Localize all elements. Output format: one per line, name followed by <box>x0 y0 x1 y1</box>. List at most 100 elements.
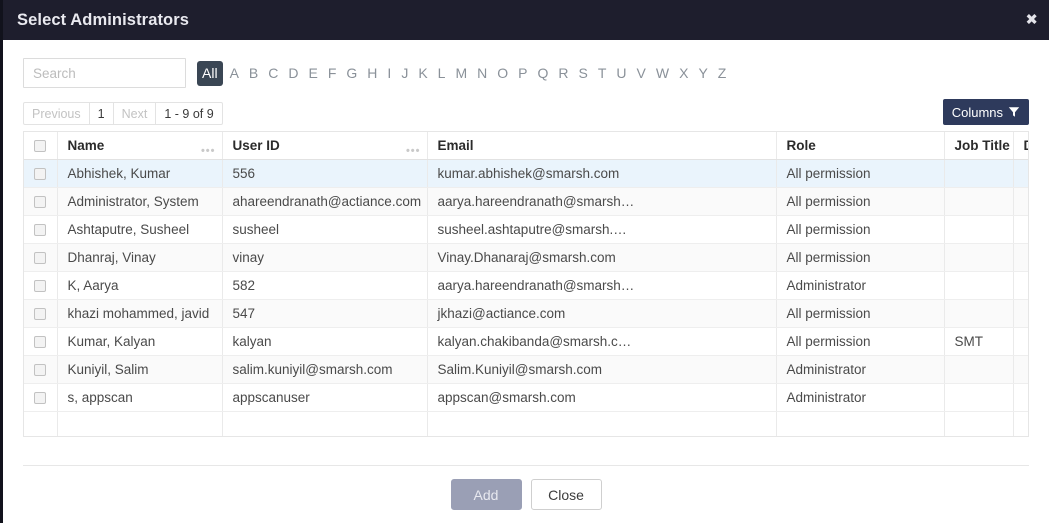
column-header-department-label: D <box>1024 138 1029 153</box>
row-select-cell[interactable] <box>24 383 58 412</box>
column-resize-grip-name[interactable]: ••• <box>201 145 216 156</box>
alpha-filter-z[interactable]: Z <box>713 63 732 83</box>
page-number-1[interactable]: 1 <box>90 103 114 124</box>
alpha-filter-j[interactable]: J <box>396 63 413 83</box>
table-row[interactable]: Ashtaputre, Susheel susheel susheel.ashtap… <box>24 215 1028 244</box>
columns-button[interactable]: Columns <box>942 99 1029 125</box>
table-row[interactable]: s, appscan appscanuser appscan@smarsh.com A… <box>24 383 1028 412</box>
alpha-filter-l[interactable]: L <box>433 63 451 83</box>
row-select-cell[interactable] <box>24 355 58 384</box>
alpha-filter-f[interactable]: F <box>323 63 342 83</box>
cell-email: Vinay.Dhanaraj@smarsh.com <box>427 243 777 272</box>
table-row[interactable]: Kumar, Kalyan kalyan kalyan.chakibanda@sma… <box>24 327 1028 356</box>
alpha-filter-all[interactable]: All <box>197 60 223 86</box>
alpha-filter-o[interactable]: O <box>492 63 513 83</box>
table-filler-cell <box>1013 411 1028 436</box>
funnel-icon <box>1008 106 1020 118</box>
row-select-checkbox[interactable] <box>34 335 47 348</box>
alpha-filter-w[interactable]: W <box>651 63 674 83</box>
column-header-job-title[interactable]: Job Title <box>944 132 1014 160</box>
alphabet-filter: All A B C D E F G H I J K L M N O P Q R … <box>197 60 732 86</box>
table-row[interactable]: Dhanraj, Vinay vinay Vinay.Dhanaraj@smarsh… <box>24 243 1028 272</box>
row-select-cell[interactable] <box>24 187 58 216</box>
next-page-button[interactable]: Next <box>114 103 157 124</box>
select-all-checkbox[interactable] <box>34 140 47 153</box>
row-select-checkbox[interactable] <box>34 167 47 180</box>
cell-job-title <box>944 243 1014 272</box>
column-resize-grip-user-id[interactable]: ••• <box>406 145 421 156</box>
cell-department <box>1013 299 1028 328</box>
cell-user-id: appscanuser <box>222 383 428 412</box>
alpha-filter-v[interactable]: V <box>632 63 651 83</box>
alpha-filter-r[interactable]: R <box>553 63 573 83</box>
column-header-job-title-label: Job Title <box>954 137 1010 153</box>
cell-role: Administrator <box>776 271 945 300</box>
column-header-email[interactable]: Email <box>427 132 777 160</box>
row-select-checkbox[interactable] <box>34 223 47 236</box>
alpha-filter-s[interactable]: S <box>574 63 593 83</box>
row-select-checkbox[interactable] <box>34 195 47 208</box>
previous-page-button[interactable]: Previous <box>24 103 90 124</box>
alpha-filter-h[interactable]: H <box>362 63 382 83</box>
cell-name: s, appscan <box>57 383 223 412</box>
close-button[interactable]: Close <box>530 479 602 510</box>
table-row[interactable]: K, Aarya 582 aarya.hareendranath@smarsh… Ad… <box>24 271 1028 300</box>
administrators-table-container[interactable]: Name ••• User ID ••• Email Role Job Titl… <box>23 131 1029 437</box>
table-row[interactable]: khazi mohammed, javid 547 jkhazi@actiance.… <box>24 299 1028 328</box>
row-select-checkbox[interactable] <box>34 279 47 292</box>
cell-job-title <box>944 299 1014 328</box>
close-icon[interactable]: ✖ <box>1025 12 1038 28</box>
cell-role: Administrator <box>776 383 945 412</box>
cell-department <box>1013 215 1028 244</box>
alpha-filter-t[interactable]: T <box>593 63 612 83</box>
column-header-role[interactable]: Role <box>776 132 945 160</box>
table-row[interactable]: Abhishek, Kumar 556 kumar.abhishek@smarsh.… <box>24 159 1028 188</box>
cell-user-id: vinay <box>222 243 428 272</box>
row-select-cell[interactable] <box>24 159 58 188</box>
alpha-filter-n[interactable]: N <box>472 63 492 83</box>
alpha-filter-g[interactable]: G <box>341 63 362 83</box>
row-select-checkbox[interactable] <box>34 307 47 320</box>
add-button[interactable]: Add <box>450 479 522 510</box>
cell-email: appscan@smarsh.com <box>427 383 777 412</box>
column-header-name[interactable]: Name ••• <box>57 132 223 160</box>
cell-role: All permission <box>776 215 945 244</box>
alpha-filter-y[interactable]: Y <box>693 63 712 83</box>
alpha-filter-c[interactable]: C <box>263 63 283 83</box>
alpha-filter-i[interactable]: I <box>382 63 396 83</box>
cell-job-title <box>944 271 1014 300</box>
table-body: Abhishek, Kumar 556 kumar.abhishek@smarsh.… <box>24 159 1028 436</box>
row-select-checkbox[interactable] <box>34 251 47 264</box>
row-select-cell[interactable] <box>24 271 58 300</box>
alpha-filter-x[interactable]: X <box>674 63 693 83</box>
cell-name: Administrator, System <box>57 187 223 216</box>
table-row[interactable]: Kuniyil, Salim salim.kuniyil@smarsh.com Sa… <box>24 355 1028 384</box>
row-select-cell[interactable] <box>24 215 58 244</box>
alpha-filter-u[interactable]: U <box>611 63 631 83</box>
select-all-header[interactable] <box>24 132 58 160</box>
alpha-filter-m[interactable]: M <box>450 63 472 83</box>
cell-department <box>1013 383 1028 412</box>
row-select-cell[interactable] <box>24 327 58 356</box>
alpha-filter-e[interactable]: E <box>304 63 323 83</box>
row-select-checkbox[interactable] <box>34 391 47 404</box>
column-header-user-id[interactable]: User ID ••• <box>222 132 428 160</box>
alpha-filter-k[interactable]: K <box>413 63 432 83</box>
search-input[interactable] <box>23 58 186 88</box>
cell-department <box>1013 355 1028 384</box>
alpha-filter-a[interactable]: A <box>225 63 244 83</box>
alpha-filter-q[interactable]: Q <box>532 63 553 83</box>
row-select-cell[interactable] <box>24 243 58 272</box>
cell-name: K, Aarya <box>57 271 223 300</box>
row-select-checkbox[interactable] <box>34 363 47 376</box>
alpha-filter-b[interactable]: B <box>244 63 263 83</box>
cell-email: aarya.hareendranath@smarsh… <box>427 271 777 300</box>
columns-button-label: Columns <box>951 104 1003 120</box>
cell-email: jkhazi@actiance.com <box>427 299 777 328</box>
alpha-filter-d[interactable]: D <box>283 63 303 83</box>
cell-user-id: ahareendranath@actiance.com <box>222 187 428 216</box>
column-header-department[interactable]: D <box>1013 132 1029 160</box>
row-select-cell[interactable] <box>24 299 58 328</box>
alpha-filter-p[interactable]: P <box>513 63 532 83</box>
table-row[interactable]: Administrator, System ahareendranath@acti… <box>24 187 1028 216</box>
